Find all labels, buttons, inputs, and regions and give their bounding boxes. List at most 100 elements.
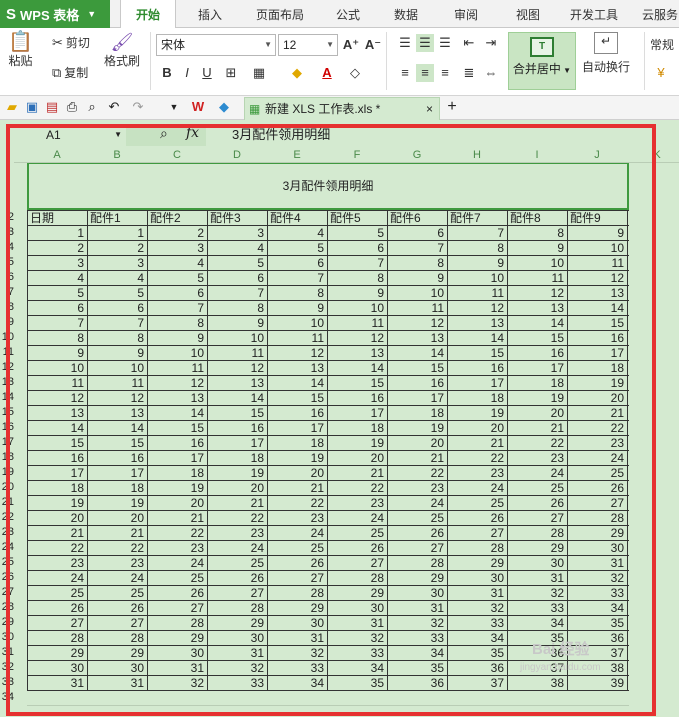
table-cell[interactable]: 27 [207, 586, 267, 600]
table-cell[interactable]: 22 [387, 466, 447, 480]
table-cell[interactable]: 31 [267, 631, 327, 645]
table-cell[interactable]: 32 [267, 646, 327, 660]
table-cell[interactable]: 25 [207, 556, 267, 570]
table-cell[interactable]: 20 [87, 511, 147, 525]
bold-icon[interactable]: B [158, 64, 176, 82]
row-header[interactable]: 33 [0, 675, 14, 690]
row-header[interactable]: 7 [0, 285, 14, 300]
underline-icon[interactable]: U [198, 64, 216, 82]
table-cell[interactable]: 32 [327, 631, 387, 645]
table-cell[interactable]: 29 [27, 646, 87, 660]
table-cell[interactable]: 15 [27, 436, 87, 450]
table-cell[interactable]: 21 [147, 511, 207, 525]
table-cell[interactable]: 14 [267, 376, 327, 390]
table-cell[interactable]: 6 [87, 301, 147, 315]
table-cell[interactable]: 19 [87, 496, 147, 510]
table-cell[interactable]: 13 [87, 406, 147, 420]
table-cell[interactable]: 33 [207, 676, 267, 690]
table-cell[interactable]: 14 [27, 421, 87, 435]
table-cell[interactable]: 15 [207, 406, 267, 420]
table-cell[interactable]: 38 [507, 676, 567, 690]
table-cell[interactable]: 9 [447, 256, 507, 270]
document-tab[interactable]: ▦ 新建 XLS 工作表.xls * × [244, 97, 440, 120]
table-cell[interactable]: 21 [87, 526, 147, 540]
tab-8[interactable]: 云服务 [640, 0, 679, 28]
table-cell[interactable]: 10 [207, 331, 267, 345]
table-cell[interactable]: 28 [567, 511, 627, 525]
tab-5[interactable]: 审阅 [448, 0, 484, 28]
table-cell[interactable]: 14 [507, 316, 567, 330]
table-cell[interactable]: 3 [207, 226, 267, 240]
table-cell[interactable]: 23 [27, 556, 87, 570]
table-cell[interactable]: 12 [267, 346, 327, 360]
table-cell[interactable]: 21 [567, 406, 627, 420]
table-cell[interactable]: 13 [267, 361, 327, 375]
table-cell[interactable]: 31 [147, 661, 207, 675]
table-cell[interactable]: 24 [27, 571, 87, 585]
table-cell[interactable]: 28 [147, 616, 207, 630]
table-cell[interactable]: 23 [507, 451, 567, 465]
table-cell[interactable]: 4 [207, 241, 267, 255]
header-cell[interactable]: 配件9 [567, 211, 627, 225]
table-cell[interactable]: 12 [87, 391, 147, 405]
close-icon[interactable]: × [426, 98, 433, 120]
table-cell[interactable]: 5 [27, 286, 87, 300]
row-header[interactable]: 4 [0, 240, 14, 255]
row-header[interactable]: 23 [0, 525, 14, 540]
table-cell[interactable]: 18 [507, 376, 567, 390]
table-cell[interactable]: 16 [87, 451, 147, 465]
table-cell[interactable]: 22 [87, 541, 147, 555]
table-cell[interactable]: 6 [207, 271, 267, 285]
table-cell[interactable]: 1 [27, 226, 87, 240]
table-cell[interactable]: 19 [507, 391, 567, 405]
table-cell[interactable]: 32 [507, 586, 567, 600]
table-cell[interactable]: 26 [507, 496, 567, 510]
row-header[interactable]: 17 [0, 435, 14, 450]
table-cell[interactable]: 33 [267, 661, 327, 675]
table-cell[interactable]: 19 [27, 496, 87, 510]
table-cell[interactable]: 24 [387, 496, 447, 510]
table-cell[interactable]: 12 [147, 376, 207, 390]
table-cell[interactable]: 33 [327, 646, 387, 660]
table-cell[interactable]: 24 [207, 541, 267, 555]
indent-decrease-icon[interactable]: ⇤ [460, 34, 478, 52]
table-cell[interactable]: 20 [267, 466, 327, 480]
format-painter-button[interactable]: 🖌 格式刷 [104, 33, 140, 69]
table-cell[interactable]: 27 [567, 496, 627, 510]
header-cell[interactable]: 配件5 [327, 211, 387, 225]
table-cell[interactable]: 19 [267, 451, 327, 465]
paste-button[interactable]: 📋 粘贴 [8, 32, 33, 69]
table-cell[interactable]: 20 [387, 436, 447, 450]
table-cell[interactable]: 24 [507, 466, 567, 480]
table-cell[interactable]: 2 [27, 241, 87, 255]
table-cell[interactable]: 28 [327, 571, 387, 585]
table-cell[interactable]: 16 [27, 451, 87, 465]
table-cell[interactable]: 34 [387, 646, 447, 660]
table-cell[interactable]: 24 [147, 556, 207, 570]
table-cell[interactable]: 5 [327, 226, 387, 240]
align-bottom-icon[interactable]: ☰ [436, 34, 454, 52]
table-cell[interactable]: 6 [327, 241, 387, 255]
header-cell[interactable]: 配件3 [207, 211, 267, 225]
chevron-down-icon[interactable]: ▼ [166, 99, 182, 115]
table-cell[interactable]: 19 [447, 406, 507, 420]
table-cell[interactable]: 22 [207, 511, 267, 525]
table-cell[interactable]: 21 [447, 436, 507, 450]
column-header[interactable]: C [147, 148, 207, 162]
table-cell[interactable]: 1 [87, 226, 147, 240]
table-cell[interactable]: 6 [387, 226, 447, 240]
table-cell[interactable]: 26 [27, 601, 87, 615]
number-format-select[interactable]: 常规 [650, 36, 674, 53]
tab-1[interactable]: 插入 [190, 0, 230, 28]
table-cell[interactable]: 26 [387, 526, 447, 540]
export-pdf-icon[interactable]: ▤ [44, 99, 60, 115]
table-cell[interactable]: 5 [147, 271, 207, 285]
fill-color-icon[interactable]: ◆ [288, 64, 306, 82]
table-cell[interactable]: 18 [267, 436, 327, 450]
table-cell[interactable]: 16 [567, 331, 627, 345]
table-cell[interactable]: 13 [567, 286, 627, 300]
table-cell[interactable]: 9 [87, 346, 147, 360]
table-cell[interactable]: 31 [327, 616, 387, 630]
table-cell[interactable]: 3 [87, 256, 147, 270]
table-cell[interactable]: 25 [387, 511, 447, 525]
